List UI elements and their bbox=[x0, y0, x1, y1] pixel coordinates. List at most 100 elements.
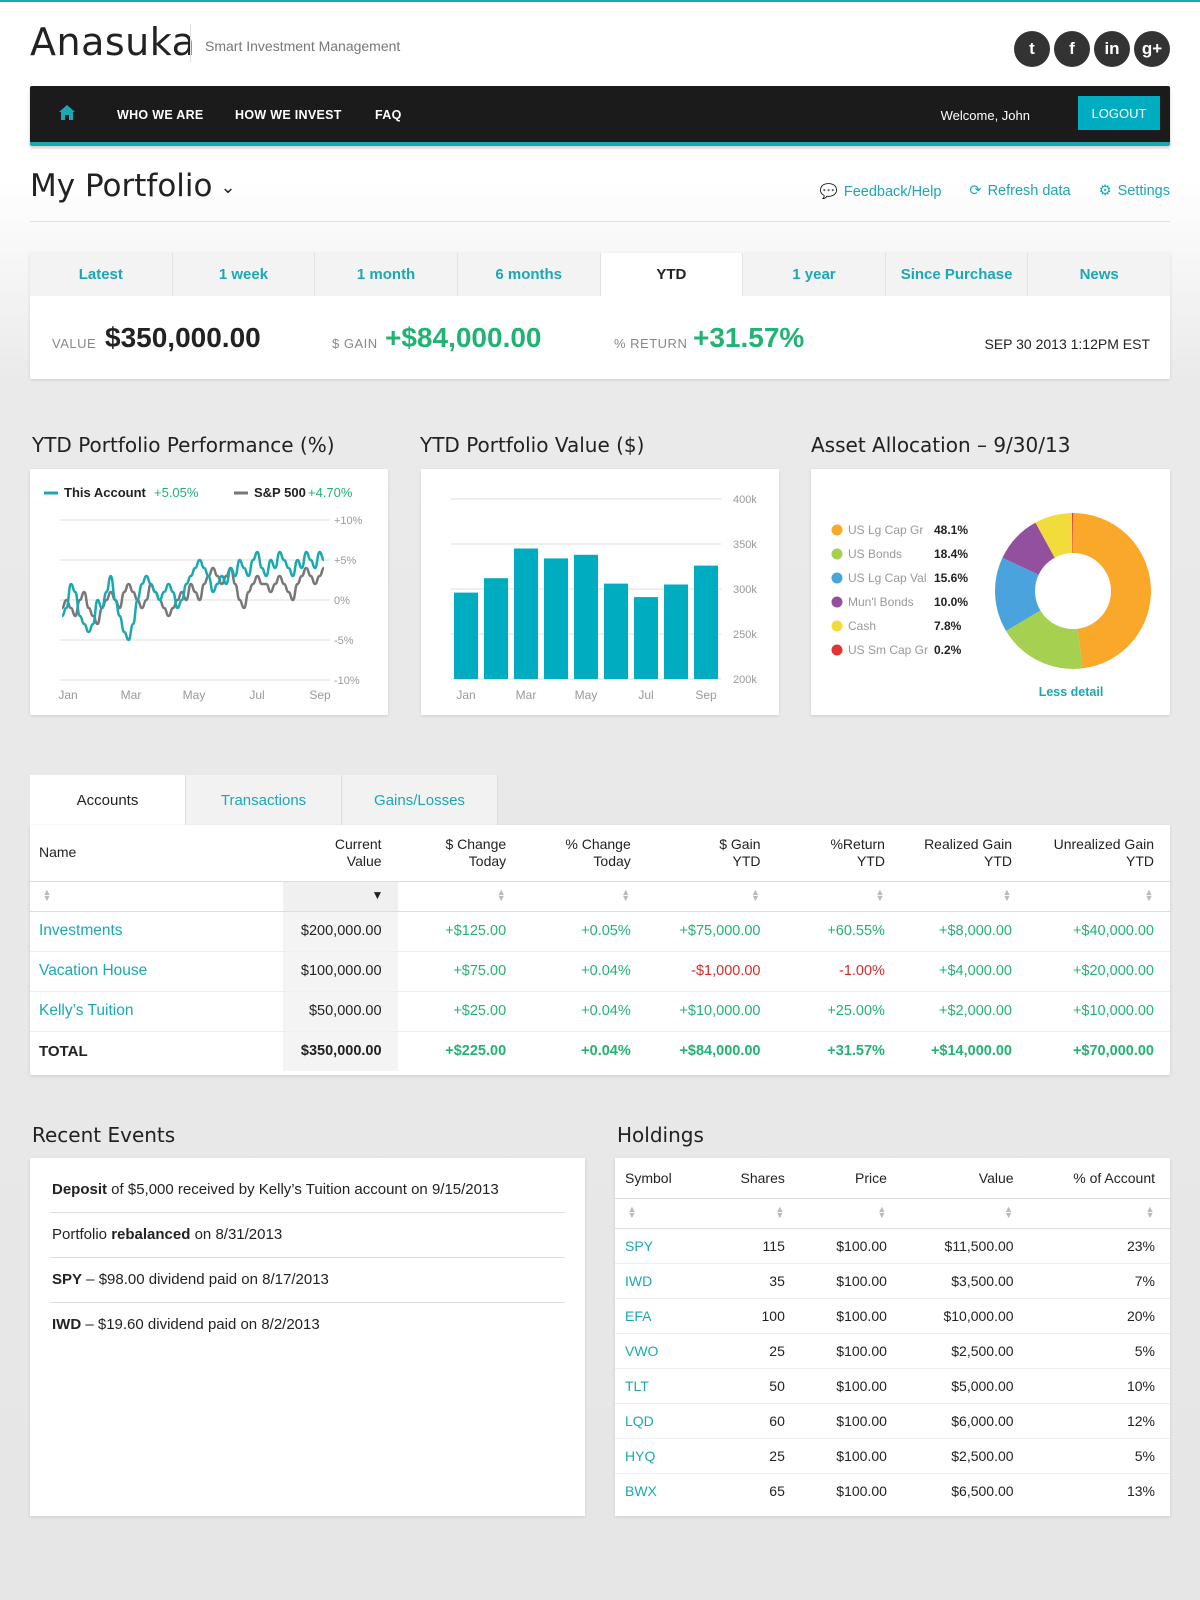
col-value[interactable]: Value bbox=[901, 1158, 1029, 1199]
bar-jan[interactable] bbox=[454, 592, 478, 679]
legend-value: 15.6% bbox=[934, 571, 968, 585]
sort-cell: ▲ ▼ bbox=[397, 881, 523, 912]
bar-aug[interactable] bbox=[664, 584, 688, 680]
holding-symbol-link[interactable]: HYQ bbox=[615, 1438, 706, 1474]
account-name-link[interactable]: Kelly’s Tuition bbox=[30, 991, 283, 1032]
col-unrealized-gain[interactable]: Unrealized Gain YTD bbox=[1028, 825, 1170, 882]
googleplus-icon[interactable]: g+ bbox=[1134, 31, 1170, 67]
nav-faq[interactable]: FAQ bbox=[375, 108, 402, 122]
holding-row[interactable]: IWD 35 $100.00 $3,500.00 7% bbox=[615, 1263, 1170, 1299]
event-text: of $5,000 received by Kelly’s Tuition ac… bbox=[107, 1181, 499, 1198]
account-row[interactable]: Kelly’s Tuition $50,000.00 +$25.00 +0.04% +$… bbox=[30, 991, 1170, 1032]
account-cell-pchg: +0.04% bbox=[522, 991, 647, 1032]
sort-icon[interactable]: ▲ ▼ bbox=[1004, 1205, 1014, 1220]
bar-mar[interactable] bbox=[514, 548, 538, 680]
sort-icon[interactable]: ▲ ▼ bbox=[750, 888, 760, 903]
holding-row[interactable]: TLT 50 $100.00 $5,000.00 10% bbox=[615, 1368, 1170, 1404]
sort-icon[interactable]: ▲ ▼ bbox=[42, 888, 52, 903]
holding-symbol-link[interactable]: VWO bbox=[615, 1333, 706, 1369]
event-keyword: Deposit bbox=[52, 1181, 108, 1198]
holdings-table: Symbol Shares Price Value % of Account ▲… bbox=[615, 1158, 1170, 1508]
sort-cell: ▲ ▼ bbox=[646, 881, 777, 912]
col-gain-ytd-label: $ Gain YTD bbox=[719, 835, 761, 869]
performance-chart-card: This Account +5.05% S&P 500 +4.70% +10% +5% 0%… bbox=[30, 469, 388, 715]
sort-cell: ▲ ▼ bbox=[522, 881, 647, 912]
tab-since-purchase[interactable]: Since Purchase bbox=[886, 253, 1029, 296]
col-symbol[interactable]: Symbol bbox=[615, 1158, 706, 1199]
bar-sep[interactable] bbox=[694, 565, 718, 679]
sort-icon[interactable]: ▲ ▼ bbox=[775, 1205, 785, 1220]
bar-apr[interactable] bbox=[544, 558, 568, 679]
holding-symbol-link[interactable]: BWX bbox=[615, 1473, 706, 1508]
col-name[interactable]: Name bbox=[30, 825, 283, 882]
col-change-today[interactable]: $ Change Today bbox=[397, 825, 523, 882]
tab-accounts[interactable]: Accounts bbox=[30, 775, 186, 825]
nav-how-we-invest[interactable]: HOW WE INVEST bbox=[235, 108, 342, 122]
holding-row[interactable]: LQD 60 $100.00 $6,000.00 12% bbox=[615, 1403, 1170, 1439]
holding-symbol-link[interactable]: SPY bbox=[615, 1228, 706, 1264]
linkedin-icon[interactable]: in bbox=[1094, 31, 1130, 67]
feedback-link[interactable]: 💬 Feedback/Help bbox=[820, 183, 942, 200]
holding-row[interactable]: EFA 100 $100.00 $10,000.00 20% bbox=[615, 1298, 1170, 1334]
refresh-link[interactable]: ⟳ Refresh data bbox=[969, 183, 1070, 200]
account-name-link[interactable]: Vacation House bbox=[30, 951, 283, 992]
bar-jun[interactable] bbox=[604, 583, 628, 679]
col-pct-change-today[interactable]: % Change Today bbox=[522, 825, 647, 882]
bar-jul[interactable] bbox=[634, 597, 658, 679]
holding-row[interactable]: BWX 65 $100.00 $6,500.00 13% bbox=[615, 1473, 1170, 1508]
col-return-ytd[interactable]: %Return YTD bbox=[776, 825, 901, 882]
holding-symbol-link[interactable]: IWD bbox=[615, 1263, 706, 1299]
holding-symbol-link[interactable]: EFA bbox=[615, 1298, 706, 1334]
bar-feb[interactable] bbox=[484, 578, 508, 679]
holding-row[interactable]: VWO 25 $100.00 $2,500.00 5% bbox=[615, 1333, 1170, 1369]
sort-desc-icon[interactable]: ▼ bbox=[372, 889, 384, 901]
account-row[interactable]: Investments $200,000.00 +$125.00 +0.05% +$75… bbox=[30, 911, 1170, 952]
settings-link[interactable]: ⚙ Settings bbox=[1099, 183, 1170, 200]
slice-us-lg-cap-gr[interactable] bbox=[1073, 513, 1151, 669]
holding-pct: 20% bbox=[1028, 1298, 1170, 1334]
sort-icon[interactable]: ▲ ▼ bbox=[1145, 1205, 1155, 1220]
col-gain-ytd[interactable]: $ Gain YTD bbox=[646, 825, 777, 882]
sort-icon[interactable]: ▲ ▼ bbox=[877, 1205, 887, 1220]
tab-gains-losses[interactable]: Gains/Losses bbox=[342, 775, 498, 825]
logout-button[interactable]: LOGOUT bbox=[1078, 96, 1160, 130]
less-detail-link[interactable]: Less detail bbox=[1039, 685, 1104, 699]
tab-1-month[interactable]: 1 month bbox=[315, 253, 458, 296]
sort-cell: ▼ bbox=[282, 881, 398, 912]
facebook-icon[interactable]: f bbox=[1054, 31, 1090, 67]
nav-who-we-are[interactable]: WHO WE ARE bbox=[117, 108, 204, 122]
col-pct-account[interactable]: % of Account bbox=[1028, 1158, 1170, 1199]
bar-may[interactable] bbox=[574, 554, 598, 679]
tab-transactions[interactable]: Transactions bbox=[186, 775, 342, 825]
sort-icon[interactable]: ▲ ▼ bbox=[1144, 888, 1154, 903]
tab-6-months[interactable]: 6 months bbox=[458, 253, 601, 296]
holding-row[interactable]: HYQ 25 $100.00 $2,500.00 5% bbox=[615, 1438, 1170, 1474]
gain-amount: +$84,000.00 bbox=[385, 322, 542, 353]
sort-icon[interactable]: ▲ ▼ bbox=[875, 888, 885, 903]
portfolio-selector[interactable]: My Portfolio ⌄ bbox=[30, 168, 236, 204]
sort-cell: ▲ ▼ bbox=[1028, 1198, 1170, 1229]
tab-1-year[interactable]: 1 year bbox=[743, 253, 886, 296]
tab-ytd[interactable]: YTD bbox=[600, 253, 744, 296]
tab-latest[interactable]: Latest bbox=[30, 253, 173, 296]
holding-symbol-link[interactable]: LQD bbox=[615, 1403, 706, 1439]
col-realized-gain[interactable]: Realized Gain YTD bbox=[900, 825, 1028, 882]
account-row[interactable]: Vacation House $100,000.00 +$75.00 +0.04% -$… bbox=[30, 951, 1170, 992]
twitter-icon[interactable]: t bbox=[1014, 31, 1050, 67]
sort-icon[interactable]: ▲ ▼ bbox=[1002, 888, 1012, 903]
tab-news[interactable]: News bbox=[1028, 253, 1170, 296]
holding-row[interactable]: SPY 115 $100.00 $11,500.00 23% bbox=[615, 1228, 1170, 1264]
col-current-value[interactable]: Current Value bbox=[282, 825, 398, 882]
col-shares[interactable]: Shares bbox=[705, 1158, 800, 1199]
holding-symbol-link[interactable]: TLT bbox=[615, 1368, 706, 1404]
account-name-link[interactable]: Investments bbox=[30, 911, 283, 952]
brand-logo[interactable]: Anasuka bbox=[30, 20, 195, 64]
account-cell-cur: $200,000.00 bbox=[282, 911, 398, 952]
y-tick-label: 300k bbox=[733, 584, 757, 596]
sort-icon[interactable]: ▲ ▼ bbox=[627, 1205, 637, 1220]
sort-icon[interactable]: ▲ ▼ bbox=[621, 888, 631, 903]
col-price[interactable]: Price bbox=[799, 1158, 902, 1199]
home-icon[interactable] bbox=[58, 104, 76, 122]
sort-icon[interactable]: ▲ ▼ bbox=[496, 888, 506, 903]
tab-1-week[interactable]: 1 week bbox=[173, 253, 316, 296]
